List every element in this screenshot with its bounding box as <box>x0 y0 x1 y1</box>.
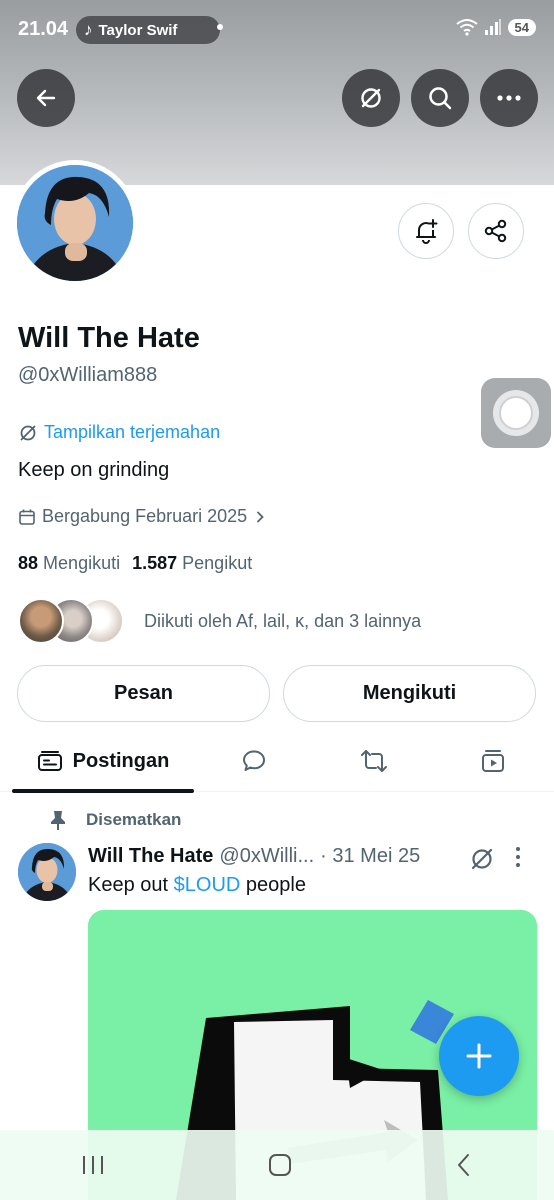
post-author-handle[interactable]: @0xWilli... <box>219 845 314 868</box>
profile-name: Will The Hate <box>18 322 200 354</box>
signal-icon <box>484 19 501 35</box>
vertical-more-icon <box>516 847 520 867</box>
followers-label: Pengikut <box>182 553 253 573</box>
translate-icon <box>361 88 381 108</box>
post-more-button[interactable] <box>514 846 522 873</box>
wifi-icon <box>455 19 478 36</box>
pinned-label: Disematkan <box>86 810 182 829</box>
share-icon <box>484 219 507 243</box>
profile-avatar[interactable] <box>12 160 138 286</box>
profile-bio: Keep on grinding <box>18 459 170 481</box>
joined-date[interactable]: Bergabung Februari 2025 <box>18 506 267 527</box>
media-icon <box>482 750 504 772</box>
back-icon <box>36 89 56 107</box>
plus-icon <box>466 1043 492 1069</box>
active-tab-indicator <box>12 789 194 793</box>
music-title: Taylor Swif <box>98 21 178 39</box>
music-notification-pill[interactable]: ♪ Taylor Swif <box>76 16 220 44</box>
message-button[interactable]: Pesan <box>17 665 270 722</box>
floating-record-button[interactable] <box>481 378 551 448</box>
avatar-illustration <box>17 165 133 281</box>
status-bar: 21.04 ♪ Taylor Swif 54 <box>18 14 536 46</box>
system-navigation-bar <box>0 1130 554 1200</box>
post-date[interactable]: · 31 Mei 25 <box>320 845 420 868</box>
translate-icon <box>20 425 36 440</box>
followed-by-row[interactable]: Diikuti oleh Af, lail, κ, dan 3 lainnya <box>18 597 421 645</box>
pinned-indicator: Disematkan <box>48 809 181 831</box>
pin-icon <box>51 811 65 830</box>
notify-button[interactable] <box>398 203 454 259</box>
search-button[interactable] <box>411 69 469 127</box>
followers-stat[interactable]: 1.587 Pengikut <box>132 553 252 574</box>
chevron-right-icon <box>257 511 264 522</box>
translate-icon <box>471 848 493 870</box>
post-text-end: people <box>245 874 306 896</box>
followers-count: 1.587 <box>132 553 178 573</box>
home-icon[interactable] <box>267 1152 293 1178</box>
bell-plus-icon <box>416 219 438 244</box>
post-author-avatar[interactable] <box>18 843 76 901</box>
tab-reposts[interactable] <box>334 730 414 792</box>
back-button[interactable] <box>17 69 75 127</box>
show-translation-label: Tampilkan terjemahan <box>44 422 221 442</box>
status-time: 21.04 <box>18 18 69 40</box>
post-translate-button[interactable] <box>468 845 496 878</box>
post-text: Keep out $LOUD people <box>88 874 306 897</box>
post-author-name[interactable]: Will The Hate <box>88 845 213 868</box>
battery-indicator: 54 <box>507 18 536 36</box>
follower-avatar <box>18 598 64 644</box>
more-options-button[interactable] <box>480 69 538 127</box>
reply-icon <box>243 750 265 771</box>
posts-tab-icon <box>37 751 62 771</box>
following-count: 88 <box>18 553 39 573</box>
following-stat[interactable]: 88 Mengikuti <box>18 553 120 574</box>
follow-stats: 88 Mengikuti 1.587 Pengikut <box>18 553 252 574</box>
profile-tabs: Postingan <box>0 730 554 793</box>
following-button[interactable]: Mengikuti <box>283 665 536 722</box>
status-icons: 54 <box>455 18 536 36</box>
record-icon <box>499 396 533 430</box>
repost-icon <box>361 750 387 772</box>
compose-post-button[interactable] <box>439 1016 519 1096</box>
post-header: Will The Hate @0xWilli... · 31 Mei 25 <box>88 845 420 868</box>
calendar-icon <box>19 509 35 525</box>
search-icon <box>429 87 452 110</box>
followed-by-text: Diikuti oleh Af, lail, κ, dan 3 lainnya <box>144 610 422 631</box>
tab-media[interactable] <box>453 730 533 792</box>
tab-posts[interactable]: Postingan <box>12 730 194 793</box>
more-icon <box>497 95 521 101</box>
following-label: Mengikuti <box>43 553 121 573</box>
joined-date-label: Bergabung Februari 2025 <box>42 506 248 526</box>
profile-handle: @0xWilliam888 <box>18 364 158 386</box>
notification-dot-icon <box>217 24 223 30</box>
cashtag-link[interactable]: $LOUD <box>174 874 241 896</box>
share-profile-button[interactable] <box>468 203 524 259</box>
avatar-illustration <box>18 843 76 901</box>
translate-button[interactable] <box>342 69 400 127</box>
music-note-icon: ♪ <box>84 20 93 39</box>
tab-replies[interactable] <box>214 730 294 792</box>
tab-posts-label: Postingan <box>72 749 170 772</box>
post-text-start: Keep out <box>88 874 169 896</box>
recents-icon[interactable] <box>80 1154 106 1176</box>
show-translation-link[interactable]: Tampilkan terjemahan <box>18 422 220 443</box>
back-nav-icon[interactable] <box>454 1152 474 1178</box>
